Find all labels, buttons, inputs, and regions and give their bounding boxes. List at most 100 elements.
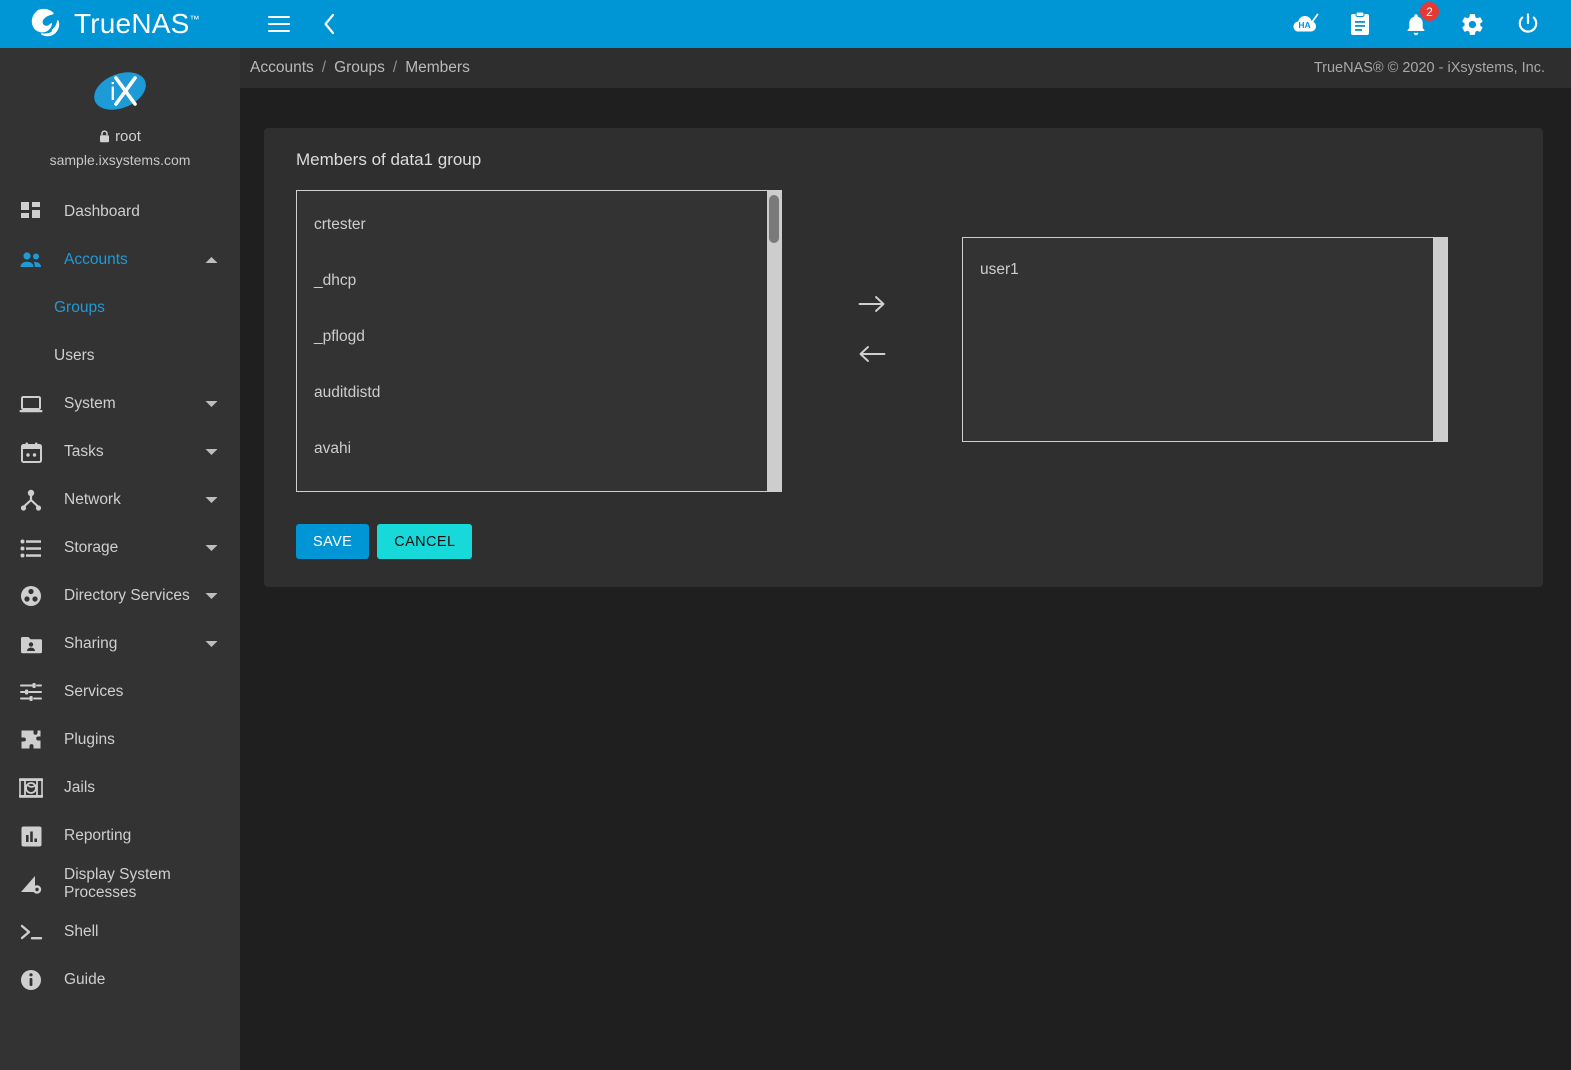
caret-down-icon bbox=[198, 448, 224, 456]
caret-down-icon bbox=[198, 592, 224, 600]
members-card: Members of data1 group crtester _dhcp _p… bbox=[264, 128, 1543, 587]
notifications-button[interactable]: 2 bbox=[1399, 2, 1439, 41]
list-item[interactable]: user1 bbox=[963, 244, 1447, 296]
power-button[interactable] bbox=[1511, 7, 1545, 41]
hostname-label: sample.ixsystems.com bbox=[49, 152, 191, 168]
member-list-wrapper: user1 bbox=[962, 190, 1448, 442]
sidebar-item-shell[interactable]: Shell bbox=[0, 908, 240, 956]
ha-status-icon: HA bbox=[1293, 13, 1319, 32]
sidebar-subitem-label: Users bbox=[54, 347, 95, 364]
brand-logo-area: TrueNAS™ bbox=[0, 0, 240, 48]
sidebar-item-label: Guide bbox=[64, 971, 106, 988]
available-users-options: crtester _dhcp _pflogd auditdistd avahi bbox=[297, 191, 781, 477]
sidebar-item-network[interactable]: Network bbox=[0, 476, 240, 524]
brand-name-text: TrueNAS bbox=[74, 8, 190, 39]
list-item[interactable]: _pflogd bbox=[297, 309, 781, 365]
caret-down-icon bbox=[198, 400, 224, 408]
system-laptop-icon bbox=[14, 390, 48, 418]
sidebar-item-directory-services[interactable]: Directory Services bbox=[0, 572, 240, 620]
task-manager-icon bbox=[1351, 11, 1369, 35]
cancel-button[interactable]: CANCEL bbox=[377, 524, 473, 559]
sidebar-item-display-system-processes[interactable]: Display System Processes bbox=[0, 860, 240, 908]
sidebar-item-label: Dashboard bbox=[64, 203, 140, 220]
list-item[interactable]: auditdistd bbox=[297, 365, 781, 421]
transfer-controls bbox=[782, 190, 962, 372]
sidebar: i root sample.ixsystems.com Dashboard Ac… bbox=[0, 48, 240, 1070]
breadcrumb-item-groups[interactable]: Groups bbox=[334, 59, 385, 77]
plugins-puzzle-icon bbox=[14, 726, 48, 754]
sidebar-item-label: Display System Processes bbox=[64, 866, 171, 901]
breadcrumb-separator: / bbox=[392, 59, 398, 76]
sidebar-item-sharing[interactable]: Sharing bbox=[0, 620, 240, 668]
breadcrumb-separator: / bbox=[321, 59, 327, 76]
accounts-people-icon bbox=[14, 246, 48, 274]
topbar-nav-controls bbox=[262, 7, 346, 41]
tasks-calendar-icon bbox=[14, 438, 48, 466]
sidebar-item-users[interactable]: Users bbox=[0, 332, 240, 380]
network-icon bbox=[14, 486, 48, 514]
list-item[interactable]: avahi bbox=[297, 421, 781, 477]
member-users-options: user1 bbox=[963, 238, 1447, 296]
hamburger-menu-button[interactable] bbox=[262, 7, 296, 41]
directory-services-icon bbox=[14, 582, 48, 610]
caret-up-icon bbox=[198, 256, 224, 264]
available-users-list[interactable]: crtester _dhcp _pflogd auditdistd avahi bbox=[296, 190, 782, 492]
content-area: Accounts / Groups / Members TrueNAS® © 2… bbox=[240, 48, 1571, 1070]
sidebar-item-system[interactable]: System bbox=[0, 380, 240, 428]
breadcrumb-item-members[interactable]: Members bbox=[405, 59, 470, 77]
sidebar-item-storage[interactable]: Storage bbox=[0, 524, 240, 572]
guide-info-icon bbox=[14, 966, 48, 994]
sidebar-item-label: Directory Services bbox=[64, 587, 190, 604]
task-manager-button[interactable] bbox=[1343, 7, 1377, 41]
sidebar-item-tasks[interactable]: Tasks bbox=[0, 428, 240, 476]
caret-down-icon bbox=[198, 640, 224, 648]
reporting-chart-icon bbox=[14, 822, 48, 850]
sidebar-item-label: Shell bbox=[64, 923, 99, 940]
settings-gear-icon bbox=[1461, 13, 1483, 35]
sidebar-nav: Dashboard Accounts Groups Users System T… bbox=[0, 188, 240, 1004]
sidebar-item-label: Tasks bbox=[64, 443, 104, 460]
save-button[interactable]: SAVE bbox=[296, 524, 370, 559]
sidebar-item-services[interactable]: Services bbox=[0, 668, 240, 716]
available-list-scrollbar[interactable] bbox=[767, 191, 781, 491]
sidebar-item-label: Storage bbox=[64, 539, 119, 556]
dual-listbox: crtester _dhcp _pflogd auditdistd avahi bbox=[282, 190, 1511, 492]
list-item[interactable]: _dhcp bbox=[297, 253, 781, 309]
current-user-row: root bbox=[0, 128, 240, 145]
arrow-right-icon bbox=[858, 296, 885, 312]
truenas-logo-icon bbox=[31, 8, 60, 37]
caret-down-icon bbox=[198, 544, 224, 552]
sidebar-item-jails[interactable]: Jails bbox=[0, 764, 240, 812]
current-username: root bbox=[115, 128, 141, 145]
collapse-sidebar-button[interactable] bbox=[312, 7, 346, 41]
sidebar-item-plugins[interactable]: Plugins bbox=[0, 716, 240, 764]
list-item[interactable]: crtester bbox=[297, 197, 781, 253]
ixsystems-logo-icon: i bbox=[94, 72, 146, 110]
form-actions: SAVE CANCEL bbox=[296, 524, 1511, 559]
breadcrumb-item-accounts[interactable]: Accounts bbox=[250, 59, 314, 77]
sidebar-item-guide[interactable]: Guide bbox=[0, 956, 240, 1004]
sidebar-item-accounts[interactable]: Accounts bbox=[0, 236, 240, 284]
power-icon bbox=[1518, 13, 1538, 33]
sidebar-item-label: Plugins bbox=[64, 731, 115, 748]
shell-terminal-icon bbox=[14, 918, 48, 946]
member-list-scrollbar[interactable] bbox=[1433, 238, 1447, 441]
ha-status-button[interactable]: HA bbox=[1287, 7, 1321, 41]
sidebar-item-label: Sharing bbox=[64, 635, 118, 652]
breadcrumb-bar: Accounts / Groups / Members TrueNAS® © 2… bbox=[240, 48, 1571, 88]
sidebar-item-reporting[interactable]: Reporting bbox=[0, 812, 240, 860]
notification-badge: 2 bbox=[1420, 2, 1439, 21]
move-right-button[interactable] bbox=[852, 286, 892, 322]
jails-icon bbox=[14, 774, 48, 802]
page-title: Members of data1 group bbox=[296, 150, 482, 169]
brand-trademark: ™ bbox=[189, 14, 200, 26]
topbar-action-icons: HA 2 bbox=[1287, 2, 1571, 41]
sidebar-item-groups[interactable]: Groups bbox=[0, 284, 240, 332]
sidebar-item-dashboard[interactable]: Dashboard bbox=[0, 188, 240, 236]
move-left-button[interactable] bbox=[852, 336, 892, 372]
settings-button[interactable] bbox=[1455, 7, 1489, 41]
ix-logo-container: i bbox=[0, 48, 240, 116]
available-list-scrollbar-thumb[interactable] bbox=[769, 195, 779, 243]
member-users-list[interactable]: user1 bbox=[962, 237, 1448, 442]
sharing-folder-icon bbox=[14, 630, 48, 658]
